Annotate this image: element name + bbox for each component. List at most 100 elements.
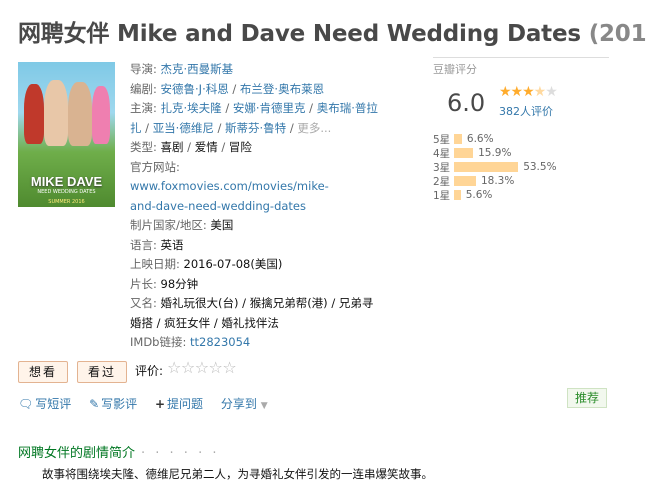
rating-count-link[interactable]: 382人评价 <box>499 103 553 119</box>
share-dropdown[interactable]: 分享到 ▼ <box>221 397 268 411</box>
rating-stars-icon: ★★★★★ <box>499 84 558 100</box>
plus-icon: + <box>154 397 166 411</box>
language: 英语 <box>160 237 184 252</box>
info-cast: 主演: 扎克·埃夫隆 / 安娜·肯德里克 / 奥布瑞·普拉扎 / 亚当·德维尼 … <box>130 101 378 135</box>
poster-figure <box>44 80 68 146</box>
rating-row: 4星 15.9% <box>433 146 557 160</box>
movie-year: (2016) <box>588 21 646 47</box>
runtime-label: 片长: <box>130 276 157 291</box>
recommend-button[interactable]: 推荐 <box>567 388 607 408</box>
rating-row: 2星 18.3% <box>433 174 557 188</box>
release-date: 2016-07-08(美国) <box>183 257 283 271</box>
star-percent: 15.9% <box>478 147 512 159</box>
info-release: 上映日期: 2016-07-08(美国) <box>130 255 380 275</box>
ask-question[interactable]: + 提问题 <box>155 397 203 411</box>
rating-panel: 豆瓣评分 6.0 ★★★★★ 382人评价 <box>433 57 609 118</box>
info-genre: 类型: 喜剧 / 爱情 / 冒险 <box>130 140 252 154</box>
more-cast-link[interactable]: 更多... <box>297 121 331 135</box>
writer-link[interactable]: 安德鲁·J·科恩 <box>161 82 229 96</box>
rating-bar <box>454 134 462 144</box>
rate-stars-input[interactable]: ☆☆☆☆☆ <box>167 358 237 377</box>
info-runtime: 片长: 98分钟 <box>130 275 380 295</box>
info-country: 制片国家/地区: 美国 <box>130 216 380 236</box>
star-label: 3星 <box>433 161 451 174</box>
imdb-link[interactable]: tt2823054 <box>190 335 250 349</box>
rating-label: 豆瓣评分 <box>433 57 609 77</box>
genre-label: 类型: <box>130 140 157 154</box>
language-label: 语言: <box>130 237 157 252</box>
info-language: 语言: 英语 <box>130 236 380 256</box>
writer-link[interactable]: 布兰登·奥布莱恩 <box>240 82 324 96</box>
runtime: 98分钟 <box>160 276 199 291</box>
official-site-link-cont[interactable]: and-dave-need-wedding-dates <box>130 199 306 213</box>
cast-label: 主演: <box>130 101 157 115</box>
aka-names-cont: 婚搭 / 疯狂女伴 / 婚礼找伴法 <box>130 315 279 330</box>
action-bar: 🗨︎ 写短评 ✎ 写影评 + 提问题 分享到 ▼ <box>18 395 282 412</box>
cast-link[interactable]: 亚当·德维尼 <box>153 121 214 135</box>
pencil-icon: ✎ <box>89 397 100 411</box>
rating-row: 5星 6.6% <box>433 132 557 146</box>
poster-figure <box>24 84 44 144</box>
rating-score: 6.0 <box>447 89 486 117</box>
poster-date: SUMMER 2016 <box>48 199 85 205</box>
write-review[interactable]: ✎ 写影评 <box>89 397 137 411</box>
site-label: 官方网站: <box>130 159 180 174</box>
country-label: 制片国家/地区: <box>130 218 207 232</box>
synopsis-text: 故事将围绕埃夫隆、德维尼兄弟二人，为寻婚礼女伴引发的一连串爆笑故事。 <box>42 467 433 481</box>
rating-bar <box>454 162 519 172</box>
movie-title: 网聘女伴 Mike and Dave Need Wedding Dates <box>18 21 581 47</box>
info-aka: 又名: 婚礼玩很大(台) / 猴擒兄弟帮(港) / 兄弟寻 婚搭 / 疯狂女伴 … <box>130 294 380 333</box>
write-short-review[interactable]: 🗨︎ 写短评 <box>18 397 71 411</box>
movie-info: 导演: 杰克·西曼斯基 编剧: 安德鲁·J·科恩 / 布兰登·奥布莱恩 主演: … <box>130 60 380 353</box>
review-label: 写影评 <box>101 397 138 411</box>
chevron-down-icon: ▼ <box>260 401 268 411</box>
rating-bar <box>454 176 476 186</box>
genre: 冒险 <box>228 140 252 154</box>
cast-link[interactable]: 扎克·埃夫隆 <box>161 101 222 115</box>
rating-row: 1星 5.6% <box>433 188 557 202</box>
aka-names: 婚礼玩很大(台) / 猴擒兄弟帮(港) / 兄弟寻 <box>160 296 374 310</box>
rating-breakdown: 5星 6.6% 4星 15.9% 3星 53.5% 2星 18.3% 1星 5.… <box>433 132 557 202</box>
cast-link[interactable]: 斯蒂芬·鲁特 <box>225 121 286 135</box>
director-link[interactable]: 杰克·西曼斯基 <box>161 62 234 76</box>
poster-figure <box>92 86 110 144</box>
watched-button[interactable]: 看过 <box>77 361 127 383</box>
ask-label: 提问题 <box>167 397 204 411</box>
star-label: 5星 <box>433 133 451 146</box>
cast-link[interactable]: 安娜·肯德里克 <box>233 101 306 115</box>
movie-poster[interactable]: MIKE DAVE NEED WEDDING DATES SUMMER 2016 <box>18 62 115 207</box>
star-label: 2星 <box>433 175 451 188</box>
star-percent: 5.6% <box>465 189 493 201</box>
director-label: 导演: <box>130 62 157 76</box>
country: 美国 <box>210 218 234 232</box>
synopsis-title: 网聘女伴的剧情简介 <box>18 446 136 461</box>
genre: 爱情 <box>194 140 218 154</box>
star-percent: 53.5% <box>523 161 557 173</box>
star-label: 4星 <box>433 147 451 160</box>
synopsis-heading: 网聘女伴的剧情简介 · · · · · · <box>18 442 219 461</box>
official-site-link[interactable]: www.foxmovies.com/movies/mike- <box>130 179 329 193</box>
poster-subtitle: NEED WEDDING DATES <box>37 189 96 195</box>
star-percent: 6.6% <box>466 133 494 145</box>
rating-bar <box>454 190 461 200</box>
writer-label: 编剧: <box>130 81 157 96</box>
info-writer: 编剧: 安德鲁·J·科恩 / 布兰登·奥布莱恩 <box>130 81 325 96</box>
heading-dots: · · · · · · <box>141 446 220 461</box>
info-director: 导演: 杰克·西曼斯基 <box>130 60 380 80</box>
star-label: 1星 <box>433 189 451 202</box>
poster-title: MIKE DAVE <box>30 174 103 189</box>
info-site: 官方网站: www.foxmovies.com/movies/mike- and… <box>130 158 380 217</box>
want-to-watch-button[interactable]: 想看 <box>18 361 68 383</box>
poster-figure <box>68 82 92 146</box>
release-label: 上映日期: <box>130 257 180 271</box>
aka-label: 又名: <box>130 296 157 310</box>
comment-icon: 🗨︎ <box>18 397 34 411</box>
rate-label: 评价: <box>135 364 164 378</box>
genre: 喜剧 <box>160 140 184 154</box>
imdb-label: IMDb链接: <box>130 335 187 349</box>
star-percent: 18.3% <box>480 175 515 187</box>
short-review-label: 写短评 <box>35 397 72 411</box>
rating-row: 3星 53.5% <box>433 160 557 174</box>
info-imdb: IMDb链接: tt2823054 <box>130 333 380 353</box>
share-label: 分享到 <box>220 397 257 411</box>
